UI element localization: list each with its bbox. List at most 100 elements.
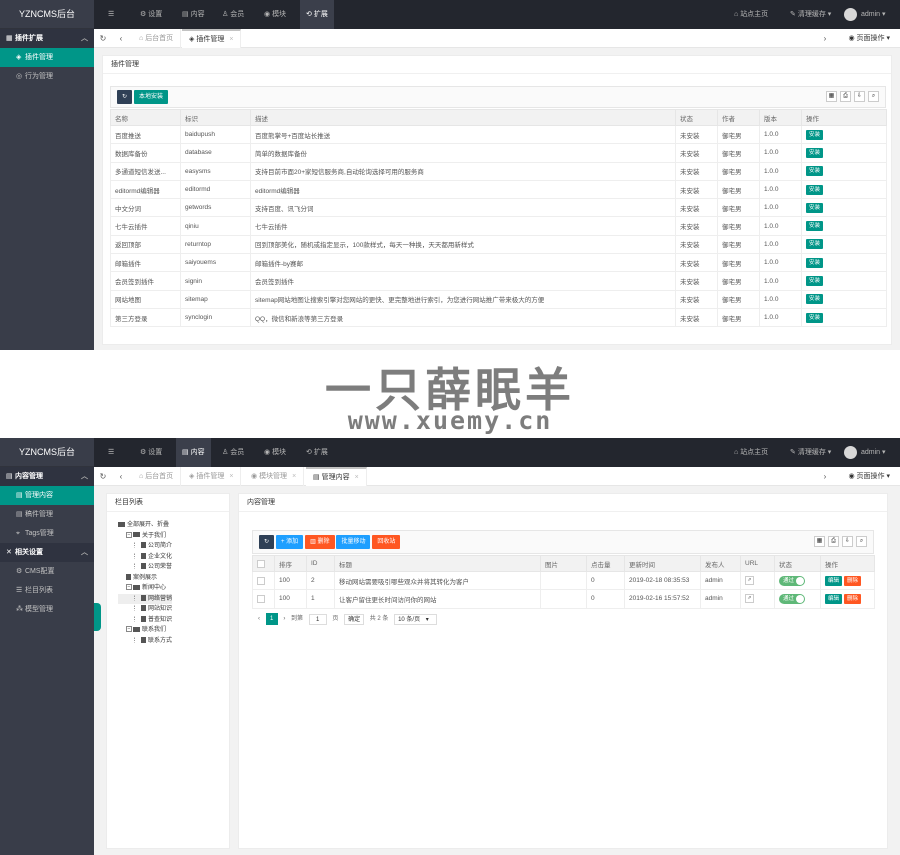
column-header[interactable]: 点击量 bbox=[586, 555, 625, 572]
next-page-icon[interactable]: › bbox=[283, 612, 285, 626]
delete-row-button[interactable]: 删除 bbox=[844, 575, 862, 586]
tab-plugin-management[interactable]: ◈ 插件管理 × bbox=[182, 29, 242, 48]
column-header[interactable]: 作者 bbox=[717, 109, 760, 126]
tab-home[interactable]: ⌂ 后台首页 bbox=[132, 29, 182, 48]
goto-page-input[interactable]: 1 bbox=[308, 613, 327, 625]
recycle-bin-button[interactable]: 回收站 bbox=[372, 535, 401, 549]
sidebar-item-manage-content[interactable]: ▤ 管理内容 bbox=[0, 486, 94, 505]
link-icon[interactable]: ⇗ bbox=[745, 576, 754, 586]
install-button[interactable]: 安装 bbox=[806, 312, 824, 323]
refresh-button[interactable]: ↻ bbox=[117, 90, 133, 104]
chevron-right-icon[interactable]: › bbox=[818, 467, 832, 486]
nav-module[interactable]: ◉ 模块 bbox=[264, 438, 286, 467]
column-header[interactable]: 发布人 bbox=[700, 555, 741, 572]
tree-node[interactable]: − 联系我们 bbox=[118, 625, 172, 636]
tab-plugin-management[interactable]: ◈ 插件管理 × bbox=[182, 467, 242, 486]
title-cell[interactable]: 移动网站需要吸引哪些观众并将其转化为客户 bbox=[334, 570, 541, 591]
export-icon[interactable]: ⇩ bbox=[842, 536, 853, 547]
nav-module[interactable]: ◉ 模块 bbox=[264, 0, 286, 29]
print-icon[interactable]: ⎙ bbox=[840, 91, 851, 102]
menu-toggle-icon[interactable]: ☰ bbox=[108, 0, 114, 29]
column-header[interactable]: URL bbox=[740, 555, 775, 572]
install-button[interactable]: 安装 bbox=[806, 166, 824, 177]
tree-node[interactable]: 企业文化 bbox=[118, 552, 172, 563]
column-header[interactable]: 状态 bbox=[675, 109, 718, 126]
nav-content[interactable]: ▤ 内容 bbox=[182, 0, 205, 29]
clear-cache-menu[interactable]: ✎ 清理缓存 ▾ bbox=[790, 438, 831, 467]
tree-node[interactable]: 网络营销 bbox=[118, 593, 173, 604]
column-header[interactable]: 排序 bbox=[274, 555, 307, 572]
install-button[interactable]: 安装 bbox=[806, 129, 824, 140]
install-button[interactable]: 安装 bbox=[806, 184, 824, 195]
chevron-right-icon[interactable]: › bbox=[818, 29, 832, 48]
columns-icon[interactable]: ▦ bbox=[814, 536, 825, 547]
tree-node[interactable]: 联系方式 bbox=[118, 636, 172, 647]
nav-settings[interactable]: ⚙ 设置 bbox=[140, 438, 162, 467]
export-icon[interactable]: ⇩ bbox=[854, 91, 865, 102]
tree-toggle-icon[interactable]: − bbox=[126, 531, 132, 538]
column-header[interactable]: 标题 bbox=[334, 555, 541, 572]
menu-toggle-icon[interactable]: ☰ bbox=[108, 438, 114, 467]
sidebar-group-content[interactable]: ▤ 内容管理 ︿ bbox=[0, 467, 94, 486]
sidebar-collapse-handle[interactable] bbox=[94, 603, 101, 631]
columns-icon[interactable]: ▦ bbox=[826, 91, 837, 102]
tree-toggle-icon[interactable]: − bbox=[126, 584, 132, 591]
tree-node[interactable]: 网站知识 bbox=[118, 604, 172, 615]
sidebar-item-tags[interactable]: ⌖ Tags管理 bbox=[0, 524, 94, 543]
tree-node[interactable]: 公司简介 bbox=[118, 541, 172, 552]
column-header[interactable]: 标识 bbox=[180, 109, 251, 126]
column-header[interactable]: 名称 bbox=[110, 109, 181, 126]
site-home-link[interactable]: ⌂ 站点主页 bbox=[734, 438, 768, 467]
tree-toggle-icon[interactable]: − bbox=[126, 626, 132, 633]
tree-node[interactable]: 案例展示 bbox=[118, 573, 172, 584]
sidebar-item-plugin-management[interactable]: ◈ 插件管理 bbox=[0, 48, 94, 67]
user-menu[interactable]: admin ▾ bbox=[844, 0, 886, 29]
column-header[interactable]: 更新时间 bbox=[624, 555, 701, 572]
close-icon[interactable]: × bbox=[229, 473, 233, 480]
edit-button[interactable]: 编辑 bbox=[825, 575, 843, 586]
column-header[interactable] bbox=[252, 555, 275, 572]
page-operations-menu[interactable]: ◉ 页面操作 ▾ bbox=[848, 29, 890, 48]
install-button[interactable]: 安装 bbox=[806, 276, 824, 287]
print-icon[interactable]: ⎙ bbox=[828, 536, 839, 547]
prev-page-icon[interactable]: ‹ bbox=[258, 612, 260, 626]
install-local-button[interactable]: 本地安装 bbox=[133, 90, 168, 104]
edit-button[interactable]: 编辑 bbox=[825, 593, 843, 604]
site-home-link[interactable]: ⌂ 站点主页 bbox=[734, 0, 768, 29]
tab-home[interactable]: ⌂ 后台首页 bbox=[132, 467, 182, 486]
install-button[interactable]: 安装 bbox=[806, 239, 824, 250]
tree-node[interactable]: 全部展开、折叠 bbox=[118, 520, 172, 531]
search-icon[interactable]: ⌕ bbox=[868, 91, 879, 102]
tree-node[interactable]: − 新闻中心 bbox=[118, 583, 172, 594]
nav-content[interactable]: ▤ 内容 bbox=[176, 438, 211, 467]
current-page[interactable]: 1 bbox=[265, 613, 278, 625]
status-toggle[interactable]: 通过 bbox=[779, 593, 805, 604]
page-size-select[interactable]: 10 条/页 ▾ bbox=[394, 613, 437, 625]
close-icon[interactable]: × bbox=[229, 36, 233, 43]
row-checkbox[interactable] bbox=[257, 576, 265, 585]
refresh-icon[interactable]: ↻ bbox=[96, 467, 110, 486]
sidebar-item-model-management[interactable]: ⁂ 模型管理 bbox=[0, 600, 94, 619]
install-button[interactable]: 安装 bbox=[806, 147, 824, 158]
status-toggle[interactable]: 通过 bbox=[779, 575, 805, 586]
link-icon[interactable]: ⇗ bbox=[745, 594, 754, 604]
sidebar-group-settings[interactable]: ✕ 相关设置 ︿ bbox=[0, 543, 94, 562]
delete-row-button[interactable]: 删除 bbox=[844, 593, 862, 604]
install-button[interactable]: 安装 bbox=[806, 221, 824, 232]
row-checkbox[interactable] bbox=[257, 594, 265, 603]
nav-extension[interactable]: ⟲ 扩展 bbox=[306, 438, 328, 467]
refresh-button[interactable]: ↻ bbox=[259, 535, 275, 549]
page-operations-menu[interactable]: ◉ 页面操作 ▾ bbox=[848, 467, 890, 486]
batch-move-button[interactable]: 批量移动 bbox=[336, 535, 371, 549]
goto-confirm-button[interactable]: 确定 bbox=[344, 613, 365, 625]
nav-extension[interactable]: ⟲ 扩展 bbox=[300, 0, 334, 29]
clear-cache-menu[interactable]: ✎ 清理缓存 ▾ bbox=[790, 0, 831, 29]
sidebar-item-drafts[interactable]: ▤ 稿件管理 bbox=[0, 505, 94, 524]
tab-module-management[interactable]: ◉ 模块管理 × bbox=[244, 467, 305, 486]
sidebar-group-plugin-extension[interactable]: ▦ 插件扩展 ︿ bbox=[0, 29, 94, 48]
column-header[interactable]: 操作 bbox=[801, 109, 887, 126]
sidebar-item-behavior-management[interactable]: ◎ 行为管理 bbox=[0, 67, 94, 86]
tree-node[interactable]: 公司荣誉 bbox=[118, 562, 172, 573]
nav-member[interactable]: ♙ 会员 bbox=[222, 0, 244, 29]
tree-node[interactable]: − 关于我们 bbox=[118, 531, 172, 542]
